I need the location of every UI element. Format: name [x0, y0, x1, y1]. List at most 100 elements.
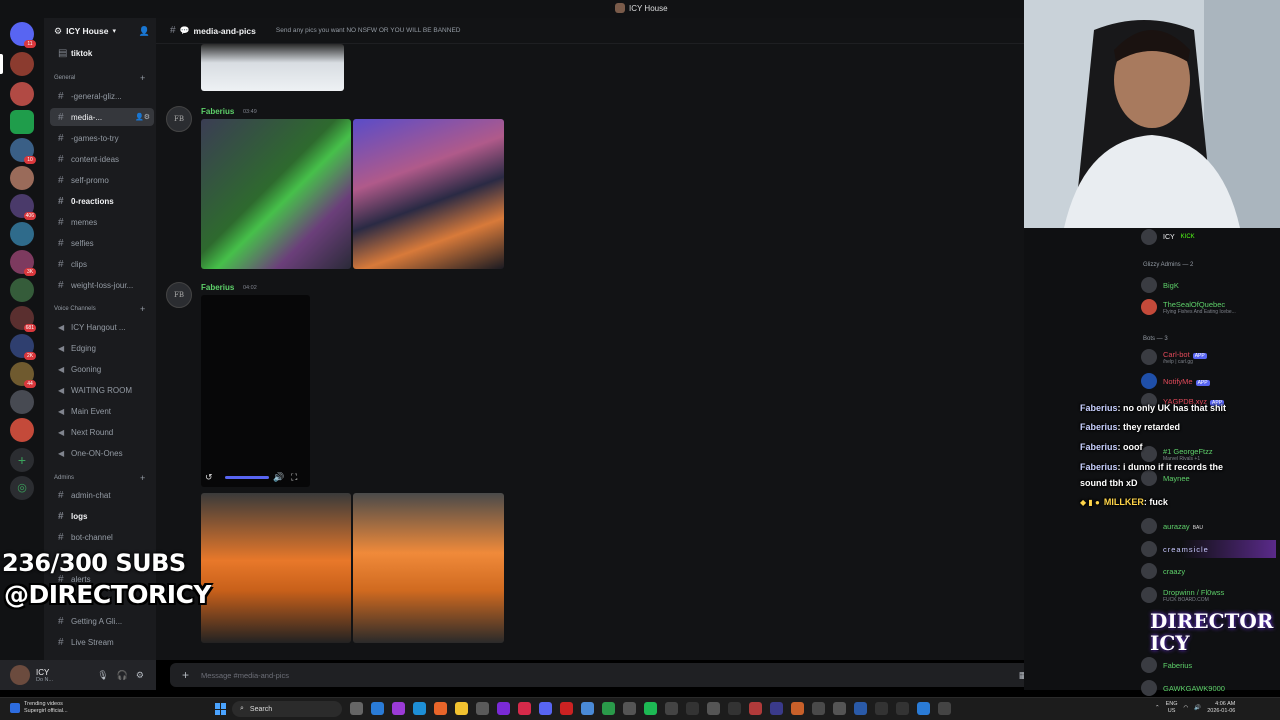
- app-icon[interactable]: [497, 702, 510, 715]
- microphone-icon[interactable]: 🎙: [97, 670, 108, 681]
- channel-self-promo[interactable]: # self-promo: [50, 171, 154, 189]
- member-item[interactable]: NotifyMe APP: [1141, 372, 1210, 390]
- attachment-image[interactable]: [353, 493, 504, 643]
- edge-icon[interactable]: [413, 702, 426, 715]
- app-icon[interactable]: [896, 702, 909, 715]
- task-view-icon[interactable]: [350, 702, 363, 715]
- category-voice-channels[interactable]: Voice Channels: [54, 306, 96, 312]
- server-icon[interactable]: 681: [10, 306, 36, 332]
- add-server-icon[interactable]: +: [10, 448, 34, 472]
- video-player[interactable]: ↺ 🔊 ⛶: [201, 295, 310, 487]
- app-icon[interactable]: [938, 702, 951, 715]
- file-explorer-icon[interactable]: [455, 702, 468, 715]
- channel-games-to-try[interactable]: # -games-to-try: [50, 129, 154, 147]
- spotify-icon[interactable]: [644, 702, 657, 715]
- server-icon[interactable]: [10, 82, 34, 106]
- app-icon[interactable]: [854, 702, 867, 715]
- server-icon[interactable]: [10, 390, 34, 414]
- app-icon[interactable]: [728, 702, 741, 715]
- gear-icon[interactable]: ⚙: [136, 670, 144, 681]
- firefox-icon[interactable]: [434, 702, 447, 715]
- voice-channel-icy-hangout[interactable]: ◀ ICY Hangout ...: [50, 318, 154, 336]
- message-author[interactable]: Faberius: [201, 283, 234, 292]
- channel-content-ideas[interactable]: # content-ideas: [50, 150, 154, 168]
- server-icon[interactable]: [10, 222, 34, 246]
- server-icon[interactable]: [10, 278, 34, 302]
- member-item[interactable]: TheSealOfQuebec Flying Fishes And Eating…: [1141, 298, 1236, 316]
- app-icon[interactable]: [833, 702, 846, 715]
- server-icon[interactable]: [10, 418, 34, 442]
- channel-clips[interactable]: # clips: [50, 255, 154, 273]
- discover-icon[interactable]: ◎: [10, 476, 34, 500]
- voice-channel-one-on-ones[interactable]: ◀ One-ON-Ones: [50, 444, 154, 462]
- avatar[interactable]: FB: [166, 282, 192, 308]
- server-icon[interactable]: 2K: [10, 334, 36, 360]
- server-icon[interactable]: 10: [10, 138, 36, 164]
- server-icon[interactable]: [10, 166, 34, 190]
- discord-home-icon[interactable]: 11: [10, 22, 36, 48]
- app-icon[interactable]: [602, 702, 615, 715]
- language-indicator[interactable]: ENG US: [1166, 701, 1178, 715]
- attachment-image[interactable]: [201, 44, 344, 91]
- app-icon[interactable]: [371, 702, 384, 715]
- add-channel-icon[interactable]: +: [140, 473, 145, 483]
- message-input[interactable]: Message #media-and-pics: [201, 671, 289, 680]
- app-icon[interactable]: [770, 702, 783, 715]
- message-author[interactable]: Faberius: [201, 107, 234, 116]
- member-item[interactable]: craazy: [1141, 562, 1185, 580]
- server-icon[interactable]: 44: [10, 362, 36, 388]
- app-icon[interactable]: [476, 702, 489, 715]
- channel-media-and-pics[interactable]: # media-... 👤⚙: [50, 108, 154, 126]
- category-admins[interactable]: Admins: [54, 475, 74, 481]
- attachment-image[interactable]: [201, 119, 351, 269]
- wifi-icon[interactable]: ◠: [1184, 705, 1189, 712]
- channel-selfies[interactable]: # selfies: [50, 234, 154, 252]
- attachment-image[interactable]: [353, 119, 504, 269]
- channel-0-reactions[interactable]: #0-reactions: [50, 192, 154, 210]
- channel-admin-chat[interactable]: # admin-chat: [50, 486, 154, 504]
- speaker-icon[interactable]: 🔊: [273, 472, 284, 483]
- member-item[interactable]: aurazay BAU: [1141, 517, 1203, 535]
- clock[interactable]: 4:06 AM 2026-01-06: [1207, 701, 1235, 715]
- channel-general-glizzy[interactable]: # -general-gliz...: [50, 87, 154, 105]
- member-item[interactable]: creamsicle: [1141, 540, 1276, 558]
- app-icon[interactable]: [665, 702, 678, 715]
- member-item[interactable]: #1 GeorgeFtzz Marvel Rivals +1: [1141, 445, 1213, 463]
- add-attachment-icon[interactable]: +: [182, 668, 189, 682]
- app-icon[interactable]: [749, 702, 762, 715]
- channel-getting-a-gli[interactable]: # Getting A Gli...: [50, 612, 154, 630]
- server-icon[interactable]: 406: [10, 194, 36, 220]
- windows-start-icon[interactable]: [215, 703, 227, 715]
- chrome-icon[interactable]: [581, 702, 594, 715]
- app-icon[interactable]: [686, 702, 699, 715]
- headphones-icon[interactable]: 🎧: [117, 670, 128, 681]
- channel-memes[interactable]: # memes: [50, 213, 154, 231]
- replay-icon[interactable]: ↺: [205, 472, 213, 483]
- server-icon-icy-house[interactable]: [10, 52, 34, 76]
- taskbar-search[interactable]: ⌕ Search: [232, 701, 342, 717]
- fullscreen-icon[interactable]: ⛶: [291, 472, 297, 483]
- member-item[interactable]: Dropwinn / Fl0wss FUCK BOARD.COM: [1141, 586, 1224, 604]
- channel-bot-channel[interactable]: # bot-channel: [50, 528, 154, 546]
- member-item[interactable]: BigK: [1141, 276, 1179, 294]
- avatar[interactable]: [10, 665, 30, 685]
- chevron-up-icon[interactable]: ⌃: [1155, 705, 1160, 712]
- server-header[interactable]: ⚙ ICY House ▾ 👤: [44, 18, 156, 44]
- app-icon[interactable]: [791, 702, 804, 715]
- channel-logs[interactable]: # logs: [50, 507, 154, 525]
- channel-live-stream[interactable]: # Live Stream: [50, 633, 154, 651]
- voice-channel-waiting-room[interactable]: ◀ WAITING ROOM: [50, 381, 154, 399]
- app-icon[interactable]: [875, 702, 888, 715]
- app-icon[interactable]: [518, 702, 531, 715]
- member-item[interactable]: Carl-bot APP/help | carl.gg: [1141, 348, 1207, 366]
- app-icon[interactable]: [392, 702, 405, 715]
- volume-icon[interactable]: 🔊: [1194, 705, 1201, 712]
- server-icon[interactable]: 3K: [10, 250, 36, 276]
- add-channel-icon[interactable]: +: [140, 73, 145, 83]
- member-item[interactable]: ICY KICK: [1141, 228, 1195, 246]
- avatar[interactable]: FB: [166, 106, 192, 132]
- attachment-image[interactable]: [201, 493, 351, 643]
- member-item[interactable]: GAWKGAWK9000: [1141, 679, 1225, 697]
- voice-channel-next-round[interactable]: ◀ Next Round: [50, 423, 154, 441]
- app-icon[interactable]: [623, 702, 636, 715]
